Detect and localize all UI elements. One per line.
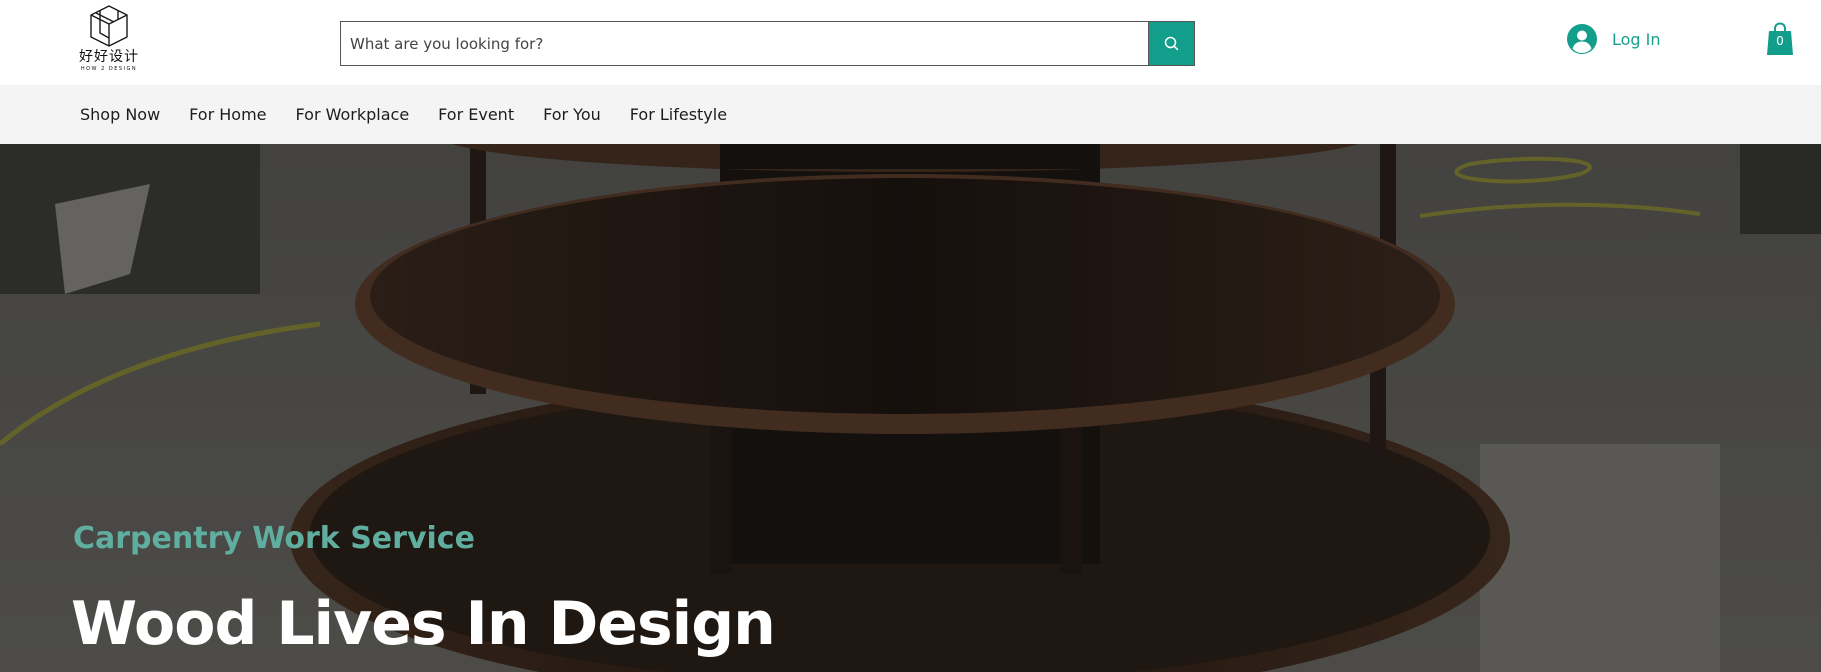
hero-banner: Carpentry Work Service Wood Lives In Des… xyxy=(0,144,1821,672)
search-button[interactable] xyxy=(1148,21,1195,66)
nav-item-for-workplace[interactable]: For Workplace xyxy=(296,105,410,124)
login-label: Log In xyxy=(1612,29,1661,49)
nav-item-for-home[interactable]: For Home xyxy=(189,105,266,124)
user-avatar-icon xyxy=(1567,24,1597,54)
brand-logo[interactable]: 好好设计 HOW 2 DESIGN xyxy=(76,4,142,78)
cube-logo-icon xyxy=(90,5,128,47)
search-bar xyxy=(340,21,1195,66)
nav-item-shop-now[interactable]: Shop Now xyxy=(80,105,160,124)
main-nav: Shop Now For Home For Workplace For Even… xyxy=(0,85,1821,144)
nav-item-for-lifestyle[interactable]: For Lifestyle xyxy=(630,105,727,124)
hero-subtitle: Carpentry Work Service xyxy=(73,521,475,556)
search-icon xyxy=(1164,36,1179,51)
logo-english-text: HOW 2 DESIGN xyxy=(80,66,138,72)
site-header: 好好设计 HOW 2 DESIGN Log In 0 xyxy=(0,0,1821,85)
login-button[interactable]: Log In xyxy=(1566,22,1661,56)
nav-item-for-you[interactable]: For You xyxy=(543,105,601,124)
search-input[interactable] xyxy=(340,21,1148,66)
logo-chinese-text: 好好设计 xyxy=(79,49,139,65)
cart-count-badge: 0 xyxy=(1776,34,1784,48)
hero-title: Wood Lives In Design xyxy=(71,589,776,659)
nav-item-for-event[interactable]: For Event xyxy=(438,105,514,124)
cart-button[interactable]: 0 xyxy=(1766,22,1794,56)
